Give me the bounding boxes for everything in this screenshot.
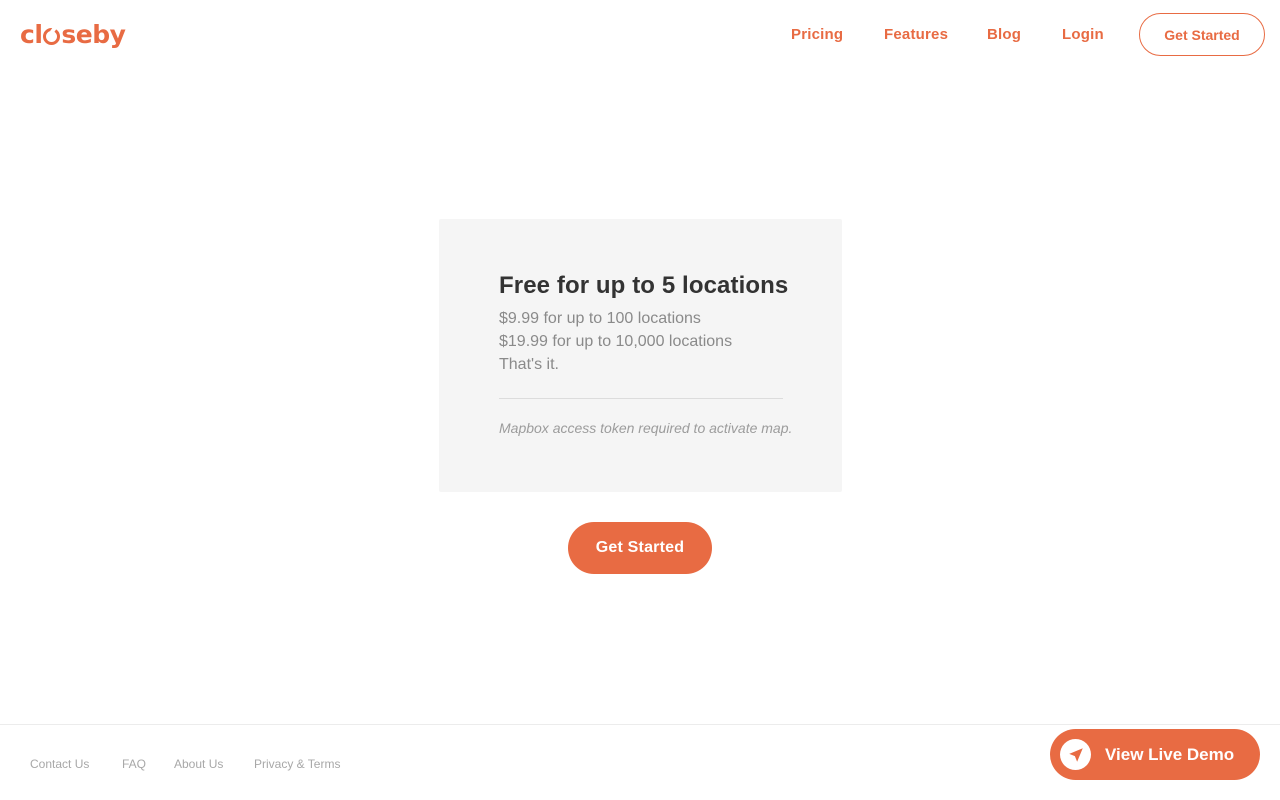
pricing-divider bbox=[499, 398, 783, 399]
logo-text-prefix: cl bbox=[20, 20, 43, 49]
pricing-tier-10000: $19.99 for up to 10,000 locations bbox=[499, 333, 733, 350]
pricing-thats-it: That's it. bbox=[499, 356, 559, 373]
pricing-headline: Free for up to 5 locations bbox=[499, 272, 789, 299]
site-header: cl seby Pricing Features Blog Login Get S… bbox=[0, 0, 1280, 70]
view-live-demo-button[interactable]: View Live Demo bbox=[1050, 729, 1260, 780]
nav-blog-link[interactable]: Blog bbox=[987, 26, 1021, 44]
closeby-logo[interactable]: cl seby bbox=[20, 20, 126, 50]
nav-login-link[interactable]: Login bbox=[1062, 26, 1104, 44]
mapbox-note: Mapbox access token required to activate… bbox=[499, 420, 793, 436]
view-live-demo-label: View Live Demo bbox=[1105, 744, 1235, 764]
main-get-started-button[interactable]: Get Started bbox=[568, 522, 712, 574]
logo-text-suffix: seby bbox=[61, 20, 126, 49]
header-get-started-button[interactable]: Get Started bbox=[1139, 13, 1265, 56]
footer-about-link[interactable]: About Us bbox=[174, 757, 223, 771]
logo-o-mark-icon bbox=[43, 27, 61, 45]
footer-privacy-link[interactable]: Privacy & Terms bbox=[254, 757, 340, 771]
navigation-arrow-svg bbox=[1068, 747, 1083, 762]
pricing-tier-100: $9.99 for up to 100 locations bbox=[499, 310, 701, 327]
nav-features-link[interactable]: Features bbox=[884, 26, 948, 44]
nav-pricing-link[interactable]: Pricing bbox=[791, 26, 843, 44]
footer-faq-link[interactable]: FAQ bbox=[122, 757, 146, 771]
footer-contact-link[interactable]: Contact Us bbox=[30, 757, 89, 771]
pricing-card: Free for up to 5 locations $9.99 for up … bbox=[439, 219, 842, 492]
navigation-arrow-icon bbox=[1060, 739, 1091, 770]
